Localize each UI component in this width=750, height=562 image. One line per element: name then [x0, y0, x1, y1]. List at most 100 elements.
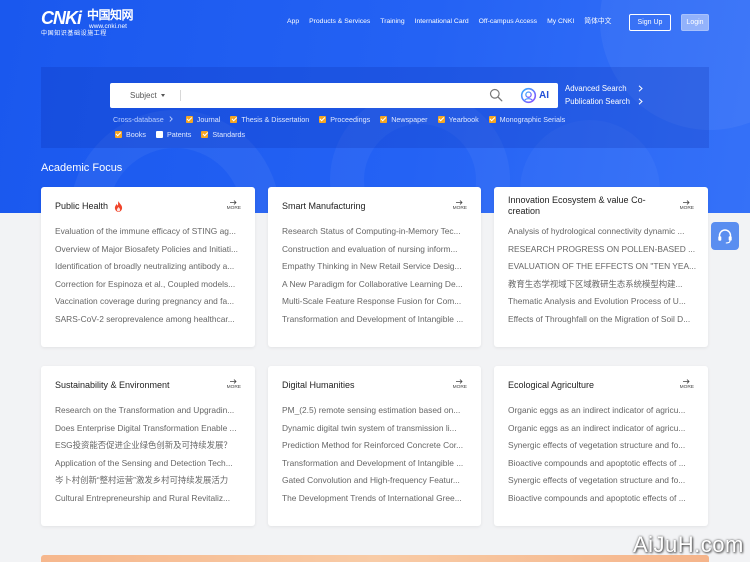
article-link[interactable]: 教育生态学视域下区域教研生态系统模型构建... [508, 276, 698, 294]
article-link[interactable]: Identification of broadly neutralizing a… [55, 258, 245, 276]
article-link[interactable]: Vaccination coverage during pregnancy an… [55, 293, 245, 311]
article-link[interactable]: Analysis of hydrological connectivity dy… [508, 223, 698, 241]
article-link[interactable]: SARS-CoV-2 seroprevalence among healthca… [55, 311, 245, 329]
article-link[interactable]: Synergic effects of vegetation structure… [508, 437, 698, 455]
checkbox[interactable] [155, 130, 163, 138]
article-link[interactable]: Research on the Transformation and Upgra… [55, 402, 245, 420]
card-title[interactable]: Smart Manufacturing [282, 201, 366, 212]
checkbox[interactable] [115, 130, 122, 138]
publication-search-link[interactable]: Publication Search [565, 96, 643, 107]
nav-international-card[interactable]: International Card [415, 17, 469, 27]
db-option-newspaper[interactable]: Newspaper [380, 115, 428, 124]
checkbox[interactable] [230, 115, 238, 123]
db-option-standards[interactable]: Standards [201, 130, 245, 139]
article-link[interactable]: RESEARCH PROGRESS ON POLLEN-BASED ... [508, 241, 698, 259]
article-link[interactable]: Gated Convolution and High-frequency Fea… [282, 472, 472, 490]
article-link[interactable]: ESG投资能否促进企业绿色创新及可持续发展？ [55, 437, 245, 455]
db-label: Yearbook [448, 114, 479, 124]
search-field-dropdown[interactable]: Subject [130, 83, 165, 108]
checkbox[interactable] [319, 115, 327, 123]
nav-my-cnki[interactable]: My CNKI [547, 17, 574, 27]
ai-assistant-icon[interactable] [520, 87, 537, 104]
article-link[interactable]: Thematic Analysis and Evolution Process … [508, 293, 698, 311]
article-link[interactable]: Bioactive compounds and apoptotic effect… [508, 490, 698, 508]
more-link[interactable]: MORE [453, 200, 467, 211]
arrow-right-icon [230, 200, 237, 205]
card-title[interactable]: Sustainability & Environment [55, 380, 170, 391]
nav-language-switch[interactable]: 简体中文 [584, 17, 611, 27]
article-link[interactable]: Bioactive compounds and apoptotic effect… [508, 455, 698, 473]
article-link[interactable]: The Development Trends of International … [282, 490, 472, 508]
login-button[interactable]: Login [681, 14, 709, 31]
card-innovation-ecosystem: Innovation Ecosystem & value Co-creation… [494, 187, 708, 347]
article-link[interactable]: Prediction Method for Reinforced Concret… [282, 437, 472, 455]
sign-up-button[interactable]: Sign Up [629, 14, 671, 31]
database-options-row: Books Patents Standards [115, 129, 245, 139]
checkbox[interactable] [437, 115, 445, 123]
advanced-search-link[interactable]: Advanced Search [565, 83, 643, 94]
article-link[interactable]: Overview of Major Biosafety Policies and… [55, 241, 245, 259]
article-link[interactable]: A New Paradigm for Collaborative Learnin… [282, 276, 472, 294]
more-label: MORE [226, 206, 241, 211]
advanced-search-label: Advanced Search [565, 84, 627, 93]
article-link[interactable]: Construction and evaluation of nursing i… [282, 241, 472, 259]
more-link[interactable]: MORE [453, 379, 467, 390]
logo-brand[interactable]: CNKi [41, 8, 82, 28]
nav-training[interactable]: Training [380, 17, 404, 27]
db-option-thesis[interactable]: Thesis & Dissertation [230, 115, 309, 124]
more-link[interactable]: MORE [227, 200, 241, 211]
more-link[interactable]: MORE [227, 379, 241, 390]
article-link[interactable]: EVALUATION OF THE EFFECTS ON "TEN YEA... [508, 258, 698, 276]
article-link[interactable]: Does Enterprise Digital Transformation E… [55, 420, 245, 438]
article-link[interactable]: PM_(2.5) remote sensing estimation based… [282, 402, 472, 420]
db-option-patents[interactable]: Patents [155, 130, 191, 139]
db-option-proceedings[interactable]: Proceedings [319, 115, 370, 124]
article-link[interactable]: Organic eggs as an indirect indicator of… [508, 420, 698, 438]
more-label: MORE [452, 206, 467, 211]
card-title[interactable]: Ecological Agriculture [508, 380, 594, 391]
customer-service-button[interactable] [711, 222, 739, 250]
db-option-yearbook[interactable]: Yearbook [437, 114, 479, 124]
academic-focus-grid: Public Health MORE Evaluation of the imm… [41, 187, 708, 526]
search-icon[interactable] [489, 88, 503, 102]
checkbox[interactable] [185, 115, 193, 123]
checkbox[interactable] [488, 115, 496, 123]
ai-label[interactable]: AI [539, 83, 549, 108]
card-title[interactable]: Public Health [55, 201, 108, 212]
more-link[interactable]: MORE [680, 200, 694, 211]
promo-banner-strip[interactable] [41, 555, 709, 562]
db-option-books[interactable]: Books [115, 130, 146, 139]
article-link[interactable]: Synergic effects of vegetation structure… [508, 472, 698, 490]
arrow-right-icon [683, 200, 690, 205]
checkbox[interactable] [380, 115, 388, 123]
search-field-label: Subject [130, 91, 157, 100]
headset-icon [718, 229, 732, 244]
article-link[interactable]: 岑卜村创新“整村运营”激发乡村可持续发展活力 [55, 472, 245, 490]
card-title[interactable]: Digital Humanities [282, 380, 355, 391]
cross-database-link[interactable]: Cross-database [113, 115, 173, 124]
article-link[interactable]: Evaluation of the immune efficacy of STI… [55, 223, 245, 241]
card-title-wrap: Innovation Ecosystem & value Co-creation [508, 195, 658, 217]
article-link[interactable]: Effects of Throughfall on the Migration … [508, 311, 698, 329]
article-link[interactable]: Application of the Sensing and Detection… [55, 455, 245, 473]
db-option-journal[interactable]: Journal [185, 115, 220, 124]
nav-off-campus-access[interactable]: Off-campus Access [479, 17, 537, 27]
article-link[interactable]: Empathy Thinking in New Retail Service D… [282, 258, 472, 276]
article-link[interactable]: Dynamic digital twin system of transmiss… [282, 420, 472, 438]
checkbox[interactable] [201, 130, 209, 138]
more-link[interactable]: MORE [680, 379, 694, 390]
nav-app[interactable]: App [287, 17, 299, 27]
nav-products-services[interactable]: Products & Services [309, 17, 370, 27]
search-input[interactable] [188, 86, 478, 105]
arrow-right-icon [683, 379, 690, 384]
article-link[interactable]: Cultural Entrepreneurship and Rural Revi… [55, 490, 245, 508]
article-link[interactable]: Transformation and Development of Intang… [282, 311, 472, 329]
article-link[interactable]: Research Status of Computing-in-Memory T… [282, 223, 472, 241]
db-option-monographic-serials[interactable]: Monographic Serials [488, 115, 565, 124]
logo-chinese-name[interactable]: 中国知网 [87, 9, 134, 22]
article-link[interactable]: Correction for Espinoza et al., Coupled … [55, 276, 245, 294]
card-title[interactable]: Innovation Ecosystem & value Co-creation [508, 195, 658, 217]
article-link[interactable]: Multi-Scale Feature Response Fusion for … [282, 293, 472, 311]
article-link[interactable]: Transformation and Development of Intang… [282, 455, 472, 473]
article-link[interactable]: Organic eggs as an indirect indicator of… [508, 402, 698, 420]
